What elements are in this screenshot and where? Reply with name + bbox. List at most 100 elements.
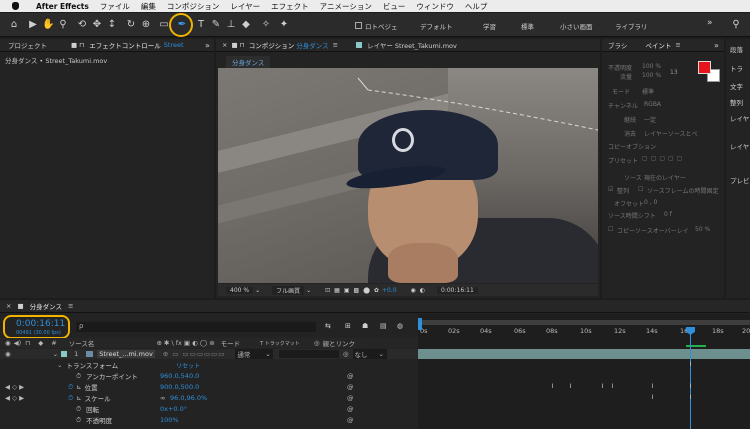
switches-icon[interactable]: ⊕ ✱ \ fx ▣ ◐ ◯ ⊛ — [156, 339, 214, 347]
exposure-value[interactable]: +0.0 — [382, 287, 397, 294]
layer-name[interactable]: Street_...mi.mov — [97, 350, 155, 358]
eraser-tool-icon[interactable]: ◆ — [240, 19, 252, 31]
exposure-icon[interactable]: ✿ — [374, 287, 379, 294]
menu-icon[interactable]: ■ — [17, 302, 23, 310]
shy-icon[interactable]: ☗ — [362, 322, 368, 330]
column-track-matte[interactable]: T トラックマット — [260, 340, 300, 347]
erase-value[interactable]: レイヤーソースとペ — [644, 129, 698, 138]
pan-behind-icon[interactable]: ⊕ — [140, 19, 152, 31]
tab-composition[interactable]: コンポジション — [249, 40, 295, 50]
search-help-icon[interactable]: ⚲ — [730, 19, 742, 31]
close-icon[interactable]: × — [6, 302, 11, 310]
snapshot-icon[interactable]: ◉ — [411, 287, 416, 294]
overlay-value[interactable]: 50 % — [695, 226, 710, 233]
property-opacity[interactable]: ⏱ 不透明度 100% @ — [0, 415, 418, 426]
expression-icon[interactable]: @ — [347, 394, 354, 402]
lock-source-checkbox[interactable]: ☐ — [638, 186, 643, 193]
stacked-panel-align[interactable]: 整列 — [730, 97, 743, 107]
layer-switches[interactable]: ⊕ ▭ ▭▭▭▭▭▭ — [163, 350, 226, 358]
show-snapshot-icon[interactable]: ◐ — [420, 287, 425, 294]
menu-icon[interactable]: ≡ — [68, 302, 73, 310]
menu-icon[interactable]: ≡ — [333, 41, 338, 49]
workspace-libraries[interactable]: ライブラリ — [615, 21, 648, 31]
constrain-proportions-icon[interactable]: ∞ — [160, 394, 165, 402]
property-position[interactable]: ◀ ◇ ▶ ⏱ ⊾ 位置 900.0,500.0 @ — [0, 382, 418, 393]
tab-paint[interactable]: ペイント — [645, 40, 671, 50]
lock-icon[interactable]: ■ ⊓ — [231, 41, 244, 49]
tab-layer[interactable]: レイヤー Street_Takumi.mov — [367, 40, 457, 50]
pan-camera-icon[interactable]: ✥ — [91, 19, 103, 31]
parent-pickwhip-icon[interactable]: ◎ — [343, 350, 349, 358]
motion-blur-icon[interactable]: ◍ — [397, 322, 403, 330]
property-value[interactable]: 0x+0.0° — [160, 405, 187, 413]
property-anchor-point[interactable]: ⏱ アンカーポイント 960.0,540.0 @ — [0, 371, 418, 382]
region-icon[interactable]: ⊡ — [325, 287, 330, 294]
tab-composition-name[interactable]: 分身ダンス — [296, 40, 328, 50]
keyframe-icon[interactable]: I — [568, 384, 573, 390]
type-tool-icon[interactable]: T — [195, 19, 207, 31]
stopwatch-icon[interactable]: ⏱ — [68, 383, 73, 392]
stacked-panel-layer-1[interactable]: レイヤ — [730, 113, 749, 123]
property-value[interactable]: 960.0,540.0 — [160, 372, 199, 380]
resolution-select[interactable]: フル画質 — [272, 285, 305, 295]
keyframe-icon[interactable]: I — [610, 384, 615, 390]
flow-value[interactable]: 100 % — [642, 72, 661, 79]
stopwatch-icon[interactable]: ⏱ — [76, 416, 81, 425]
menu-edit[interactable]: 編集 — [141, 1, 156, 12]
clone-stamp-icon[interactable]: ⊥ — [225, 19, 237, 31]
layer-duration-bar[interactable] — [418, 349, 750, 359]
property-scale[interactable]: ◀ ◇ ▶ ⏱ ⊾ スケール ∞ 96.0,96.0% @ — [0, 393, 418, 404]
keyframe-icon[interactable]: I — [650, 384, 655, 390]
snap-checkbox[interactable] — [355, 22, 362, 29]
property-rotation[interactable]: ⏱ 回転 0x+0.0° @ — [0, 404, 418, 415]
time-ruler[interactable]: 0s 02s 04s 06s 08s 10s 12s 14s 16s 18s 2… — [418, 327, 750, 339]
comp-flow-icon[interactable]: ⇆ — [325, 322, 331, 330]
overlay-checkbox[interactable]: ☐ — [608, 226, 613, 233]
property-value[interactable]: 100% — [160, 416, 179, 424]
preset-buttons[interactable]: ▢▢▢▢▢ — [642, 155, 685, 162]
stacked-panel-character[interactable]: 文字 — [730, 81, 743, 91]
orbit-camera-icon[interactable]: ⟲ — [76, 19, 88, 31]
transparency-grid-icon[interactable]: ▩ — [354, 287, 360, 294]
keyframe-icon[interactable]: I — [688, 384, 693, 390]
menu-icon[interactable]: ≡ — [675, 41, 680, 49]
column-parent[interactable]: 親とリンク — [322, 338, 355, 348]
column-mode[interactable]: モード — [221, 338, 241, 348]
tab-effect-controls[interactable]: エフェクトコントロール — [89, 40, 161, 50]
stopwatch-icon[interactable]: ⏱ — [76, 405, 81, 414]
menu-view[interactable]: ビュー — [383, 1, 406, 12]
parent-pickwhip-icon[interactable]: ◎ — [314, 339, 320, 347]
time-graph[interactable]: 0s 02s 04s 06s 08s 10s 12s 14s 16s 18s 2… — [418, 314, 750, 429]
menu-layer[interactable]: レイヤー — [230, 1, 260, 12]
brush-tool-icon[interactable]: ✎ — [210, 19, 222, 31]
foreground-color-swatch[interactable] — [698, 61, 711, 74]
label-color-swatch[interactable] — [61, 351, 68, 357]
menu-window[interactable]: ウィンドウ — [416, 1, 454, 12]
source-shift-value[interactable]: 0 f — [664, 211, 672, 218]
graph-icon[interactable]: ⊾ — [76, 394, 81, 402]
track-matte-select[interactable] — [278, 350, 339, 358]
stopwatch-icon[interactable]: ⏱ — [68, 394, 73, 403]
tab-project[interactable]: プロジェクト — [8, 40, 47, 50]
apple-icon[interactable] — [12, 2, 19, 10]
composition-viewer[interactable] — [218, 68, 598, 283]
timeline-search-input[interactable]: ρ — [76, 322, 316, 332]
stacked-panel-preview[interactable]: プレビ — [730, 175, 750, 185]
zoom-tool-icon[interactable]: ⚲ — [57, 19, 69, 31]
mask-visibility-icon[interactable]: ▣ — [344, 287, 350, 294]
puppet-pin-icon[interactable]: ✦ — [278, 19, 290, 31]
graph-icon[interactable]: ⊾ — [76, 383, 81, 391]
tab-brush[interactable]: ブラシ — [608, 40, 627, 50]
home-icon[interactable]: ⌂ — [8, 19, 20, 31]
close-icon[interactable]: × — [222, 41, 227, 49]
dolly-camera-icon[interactable]: ↕ — [106, 19, 118, 31]
property-value[interactable]: 900.0,500.0 — [160, 383, 199, 391]
keyframe-icon[interactable]: I — [650, 395, 655, 401]
frame-blend-icon[interactable]: ▤ — [380, 322, 387, 330]
hand-tool-icon[interactable]: ✋ — [42, 19, 54, 31]
stacked-panel-paragraph[interactable]: 段落 — [730, 44, 743, 54]
source-value[interactable]: 現在のレイヤー — [644, 173, 686, 182]
transform-row[interactable]: ⌄ トランスフォーム リセット — [0, 360, 418, 370]
label-icon[interactable]: ◆ — [38, 339, 43, 347]
keyframe-navigator-icon[interactable]: ◀ ◇ ▶ — [5, 383, 24, 391]
